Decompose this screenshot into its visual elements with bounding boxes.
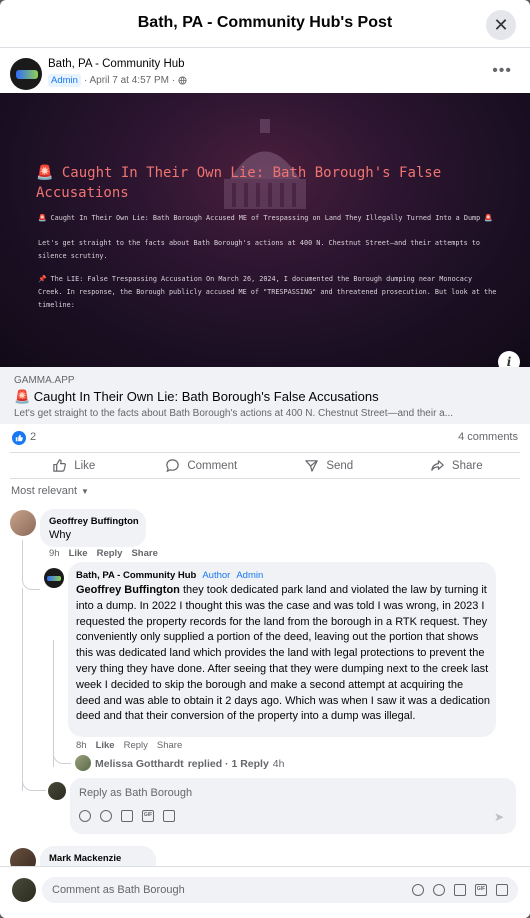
- hero-paragraph-2: Let's get straight to the facts about Ba…: [38, 239, 480, 260]
- emoji-icon[interactable]: [433, 884, 445, 896]
- like-reaction-icon[interactable]: [12, 431, 26, 445]
- comment-composer-bar: Comment as Bath Borough GIF: [0, 866, 530, 918]
- avatar-sticker-icon[interactable]: [79, 810, 91, 822]
- reply-author-name[interactable]: Bath, PA - Community Hub: [76, 570, 196, 581]
- like-button[interactable]: Like: [10, 453, 138, 478]
- reply-body: they took dedicated park land and violat…: [76, 584, 490, 723]
- reply-composer[interactable]: Reply as Bath Borough GIF ➤: [70, 778, 516, 834]
- post-dialog: Bath, PA - Community Hub's Post ✕ Bath, …: [0, 0, 530, 918]
- hero-paragraph-1: 🚨 Caught In Their Own Lie: Bath Borough …: [38, 214, 493, 222]
- comment-reply-button[interactable]: Reply: [97, 548, 123, 559]
- author-badge: Author: [202, 570, 231, 581]
- comment-bubble: Mark Mackenzie: [40, 846, 156, 866]
- admin-badge: Admin: [48, 74, 81, 87]
- camera-icon[interactable]: [454, 884, 466, 896]
- post-date[interactable]: · April 7 at 4:57 PM ·: [84, 75, 175, 86]
- reply-actions: 8h Like Reply Share: [76, 740, 182, 751]
- reply-text: Geoffrey Buffington they took dedicated …: [76, 583, 490, 725]
- comment-time[interactable]: 9h: [49, 548, 60, 559]
- comment-text: Why: [49, 529, 71, 541]
- comment-count[interactable]: 4 comments: [458, 431, 518, 443]
- comment-button[interactable]: Comment: [138, 453, 266, 478]
- page-name[interactable]: Bath, PA - Community Hub: [48, 58, 185, 70]
- post-scroll-area[interactable]: Bath, PA - Community Hub Admin · April 7…: [0, 48, 530, 866]
- comment-actions: 9h Like Reply Share: [49, 548, 158, 559]
- gif-icon[interactable]: GIF: [475, 884, 487, 896]
- thread-line: [22, 774, 46, 791]
- comment-sort-dropdown[interactable]: Most relevant ▼: [11, 485, 89, 497]
- close-icon: ✕: [493, 14, 509, 35]
- thread-line: [22, 588, 24, 791]
- composer-avatar[interactable]: [48, 782, 66, 800]
- send-reply-icon[interactable]: ➤: [494, 810, 504, 824]
- commenter-avatar[interactable]: [10, 510, 36, 536]
- like-button-label: Like: [74, 459, 96, 472]
- avatar-sticker-icon[interactable]: [412, 884, 424, 896]
- link-description: Let's get straight to the facts about Ba…: [14, 408, 454, 419]
- post-header: Bath, PA - Community Hub Admin · April 7…: [10, 58, 520, 94]
- nested-reply-time: 4h: [272, 758, 285, 770]
- sticker-icon[interactable]: [496, 884, 508, 896]
- reply-share-button[interactable]: Share: [157, 740, 182, 751]
- comment-bubble: Geoffrey Buffington Why: [40, 509, 146, 547]
- dialog-title: Bath, PA - Community Hub's Post: [137, 14, 393, 31]
- nested-reply-name: Melissa Gotthardt: [95, 758, 184, 770]
- share-icon: [431, 460, 444, 471]
- link-title: 🚨 Caught In Their Own Lie: Bath Borough'…: [14, 389, 379, 404]
- page-reply-avatar[interactable]: [44, 568, 64, 588]
- post-action-bar: Like Comment Send Share: [10, 452, 520, 479]
- reply-bubble: Bath, PA - Community Hub Author Admin Ge…: [68, 562, 496, 737]
- comment-like-button[interactable]: Like: [69, 548, 88, 559]
- composer-tools: GIF: [79, 810, 175, 822]
- comment-input-placeholder: Comment as Bath Borough: [52, 884, 185, 896]
- send-button[interactable]: Send: [265, 453, 393, 478]
- camera-icon[interactable]: [121, 810, 133, 822]
- send-icon: [305, 460, 319, 472]
- info-icon[interactable]: i: [498, 351, 520, 367]
- sticker-icon[interactable]: [163, 810, 175, 822]
- chevron-down-icon: ▼: [81, 486, 89, 496]
- dialog-header: Bath, PA - Community Hub's Post ✕: [0, 0, 530, 48]
- send-button-label: Send: [326, 459, 354, 472]
- view-replies-link[interactable]: Melissa Gotthardt replied · 1 Reply 4h: [95, 758, 284, 770]
- gif-icon[interactable]: GIF: [142, 810, 154, 822]
- comment-input[interactable]: Comment as Bath Borough GIF: [42, 877, 518, 903]
- globe-icon: [178, 76, 187, 85]
- thread-line: [53, 748, 71, 764]
- share-button-label: Share: [451, 459, 483, 472]
- comment-share-button[interactable]: Share: [131, 548, 157, 559]
- reply-input[interactable]: Reply as Bath Borough: [79, 787, 192, 799]
- nested-reply-summary: replied · 1 Reply: [187, 758, 269, 770]
- close-button[interactable]: ✕: [486, 10, 516, 40]
- commenter-avatar[interactable]: [10, 848, 36, 866]
- thumbs-up-icon: [53, 459, 67, 472]
- link-preview-image[interactable]: 🚨 Caught In Their Own Lie: Bath Borough'…: [0, 93, 530, 367]
- hero-paragraph-3: 📌 The LIE: False Trespassing Accusation …: [38, 275, 497, 309]
- emoji-icon[interactable]: [100, 810, 112, 822]
- sort-label: Most relevant: [11, 485, 78, 497]
- thread-line: [22, 540, 40, 590]
- mention-link[interactable]: Geoffrey Buffington: [76, 584, 180, 596]
- like-count[interactable]: 2: [30, 431, 36, 443]
- link-domain: GAMMA.APP: [14, 375, 75, 386]
- commenter-name[interactable]: Geoffrey Buffington: [49, 516, 139, 527]
- comment-button-label: Comment: [187, 459, 238, 472]
- reply-reply-button[interactable]: Reply: [124, 740, 148, 751]
- link-preview-caption[interactable]: GAMMA.APP 🚨 Caught In Their Own Lie: Bat…: [0, 367, 530, 424]
- footer-avatar[interactable]: [12, 878, 36, 902]
- post-stats: 2 4 comments: [0, 428, 530, 448]
- comment-icon: [166, 459, 180, 473]
- share-button[interactable]: Share: [393, 453, 521, 478]
- hero-title: 🚨 Caught In Their Own Lie: Bath Borough'…: [36, 165, 442, 201]
- page-avatar[interactable]: [10, 58, 42, 90]
- admin-badge: Admin: [236, 570, 264, 581]
- reply-like-button[interactable]: Like: [96, 740, 115, 751]
- footer-tools: GIF: [412, 884, 508, 896]
- reply-time[interactable]: 8h: [76, 740, 87, 751]
- more-icon[interactable]: •••: [492, 62, 512, 80]
- post-meta: Admin · April 7 at 4:57 PM ·: [48, 74, 187, 87]
- nested-reply-avatar[interactable]: [75, 755, 91, 771]
- commenter-name[interactable]: Mark Mackenzie: [49, 853, 121, 864]
